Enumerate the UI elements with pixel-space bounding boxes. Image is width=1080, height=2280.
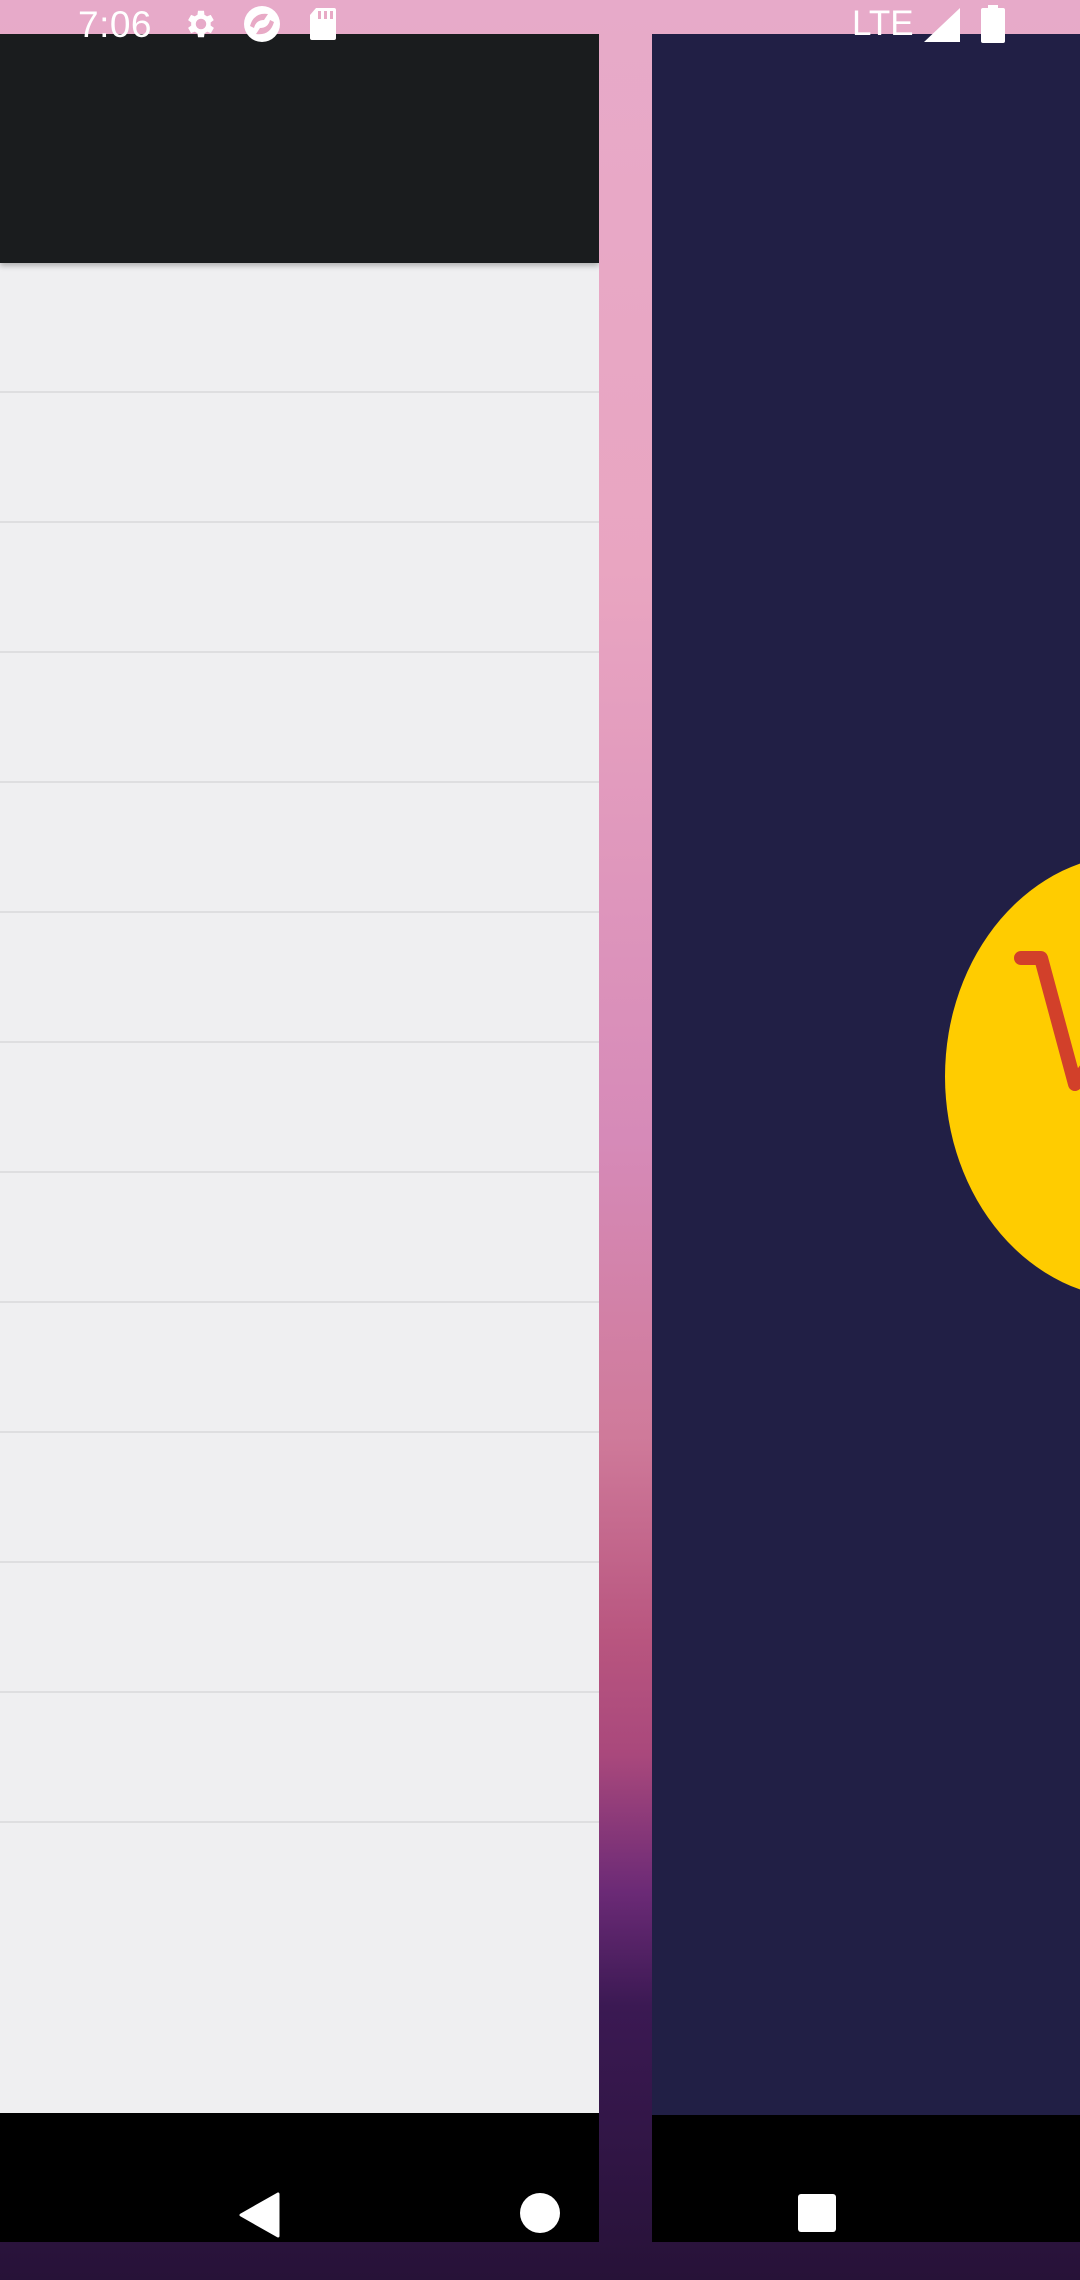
recent-app-card-left[interactable] (0, 34, 599, 2242)
list-item[interactable] (0, 523, 599, 653)
back-icon[interactable] (238, 2192, 280, 2243)
list-item[interactable] (0, 913, 599, 1043)
recent-app-card-right[interactable] (652, 34, 1080, 2242)
list-item[interactable] (0, 393, 599, 523)
list-item[interactable] (0, 1433, 599, 1563)
list-item[interactable] (0, 1173, 599, 1303)
app-nav-bar (652, 2115, 1080, 2242)
list-item[interactable] (0, 783, 599, 913)
app-list (0, 263, 599, 1823)
sync-icon (240, 4, 284, 49)
list-item[interactable] (0, 653, 599, 783)
list-item[interactable] (0, 1303, 599, 1433)
list-item[interactable] (0, 1693, 599, 1823)
status-bar: 7:06 LTE (0, 0, 1080, 48)
home-icon[interactable] (519, 2192, 561, 2239)
list-item[interactable] (0, 1043, 599, 1173)
recents-icon[interactable] (797, 2193, 837, 2238)
shopping-cart-icon (1014, 951, 1080, 1091)
recents-screen: 7:06 LTE (0, 0, 1080, 2280)
status-time: 7:06 (78, 4, 153, 45)
app-nav-bar (0, 2113, 599, 2242)
signal-icon (924, 8, 962, 47)
list-item[interactable] (0, 1563, 599, 1693)
app-logo (945, 854, 1080, 1299)
settings-icon (183, 6, 219, 47)
list-item[interactable] (0, 263, 599, 393)
app-toolbar (0, 34, 599, 263)
network-type: LTE (852, 4, 914, 43)
sd-card-icon (308, 6, 338, 47)
battery-icon (981, 5, 1005, 48)
